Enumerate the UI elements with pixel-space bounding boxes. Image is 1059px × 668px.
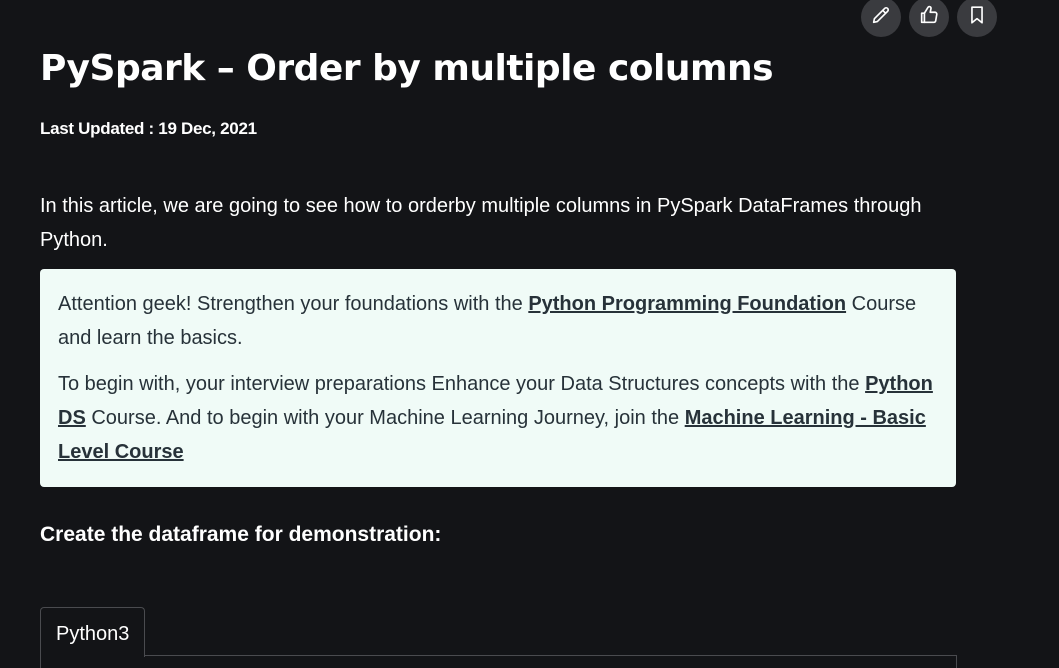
callout-paragraph-2: To begin with, your interview preparatio…: [58, 367, 938, 469]
thumbs-up-icon: [918, 4, 940, 30]
edit-button[interactable]: [861, 0, 901, 37]
article-title: PySpark – Order by multiple columns: [40, 48, 774, 89]
bookmark-icon: [966, 4, 988, 30]
like-button[interactable]: [909, 0, 949, 37]
tab-python3[interactable]: Python3: [40, 607, 146, 657]
callout-text: Course. And to begin with your Machine L…: [85, 407, 685, 429]
callout-text: To begin with, your interview preparatio…: [58, 373, 866, 395]
article-toolbar: [861, 0, 997, 37]
pencil-icon: [870, 4, 892, 30]
article-intro: In this article, we are going to see how…: [40, 195, 922, 251]
python-foundation-course-link[interactable]: Python Programming Foundation: [528, 293, 846, 315]
bookmark-button[interactable]: [957, 0, 997, 37]
callout-text: Attention geek! Strengthen your foundati…: [58, 293, 529, 315]
section-heading: Create the dataframe for demonstration:: [40, 523, 442, 546]
code-block: [40, 655, 957, 668]
article-page: PySpark – Order by multiple columns Last…: [0, 0, 1059, 668]
last-updated-date: Last Updated : 19 Dec, 2021: [40, 119, 257, 138]
promo-callout: Attention geek! Strengthen your foundati…: [40, 269, 956, 487]
callout-paragraph-1: Attention geek! Strengthen your foundati…: [58, 287, 938, 355]
